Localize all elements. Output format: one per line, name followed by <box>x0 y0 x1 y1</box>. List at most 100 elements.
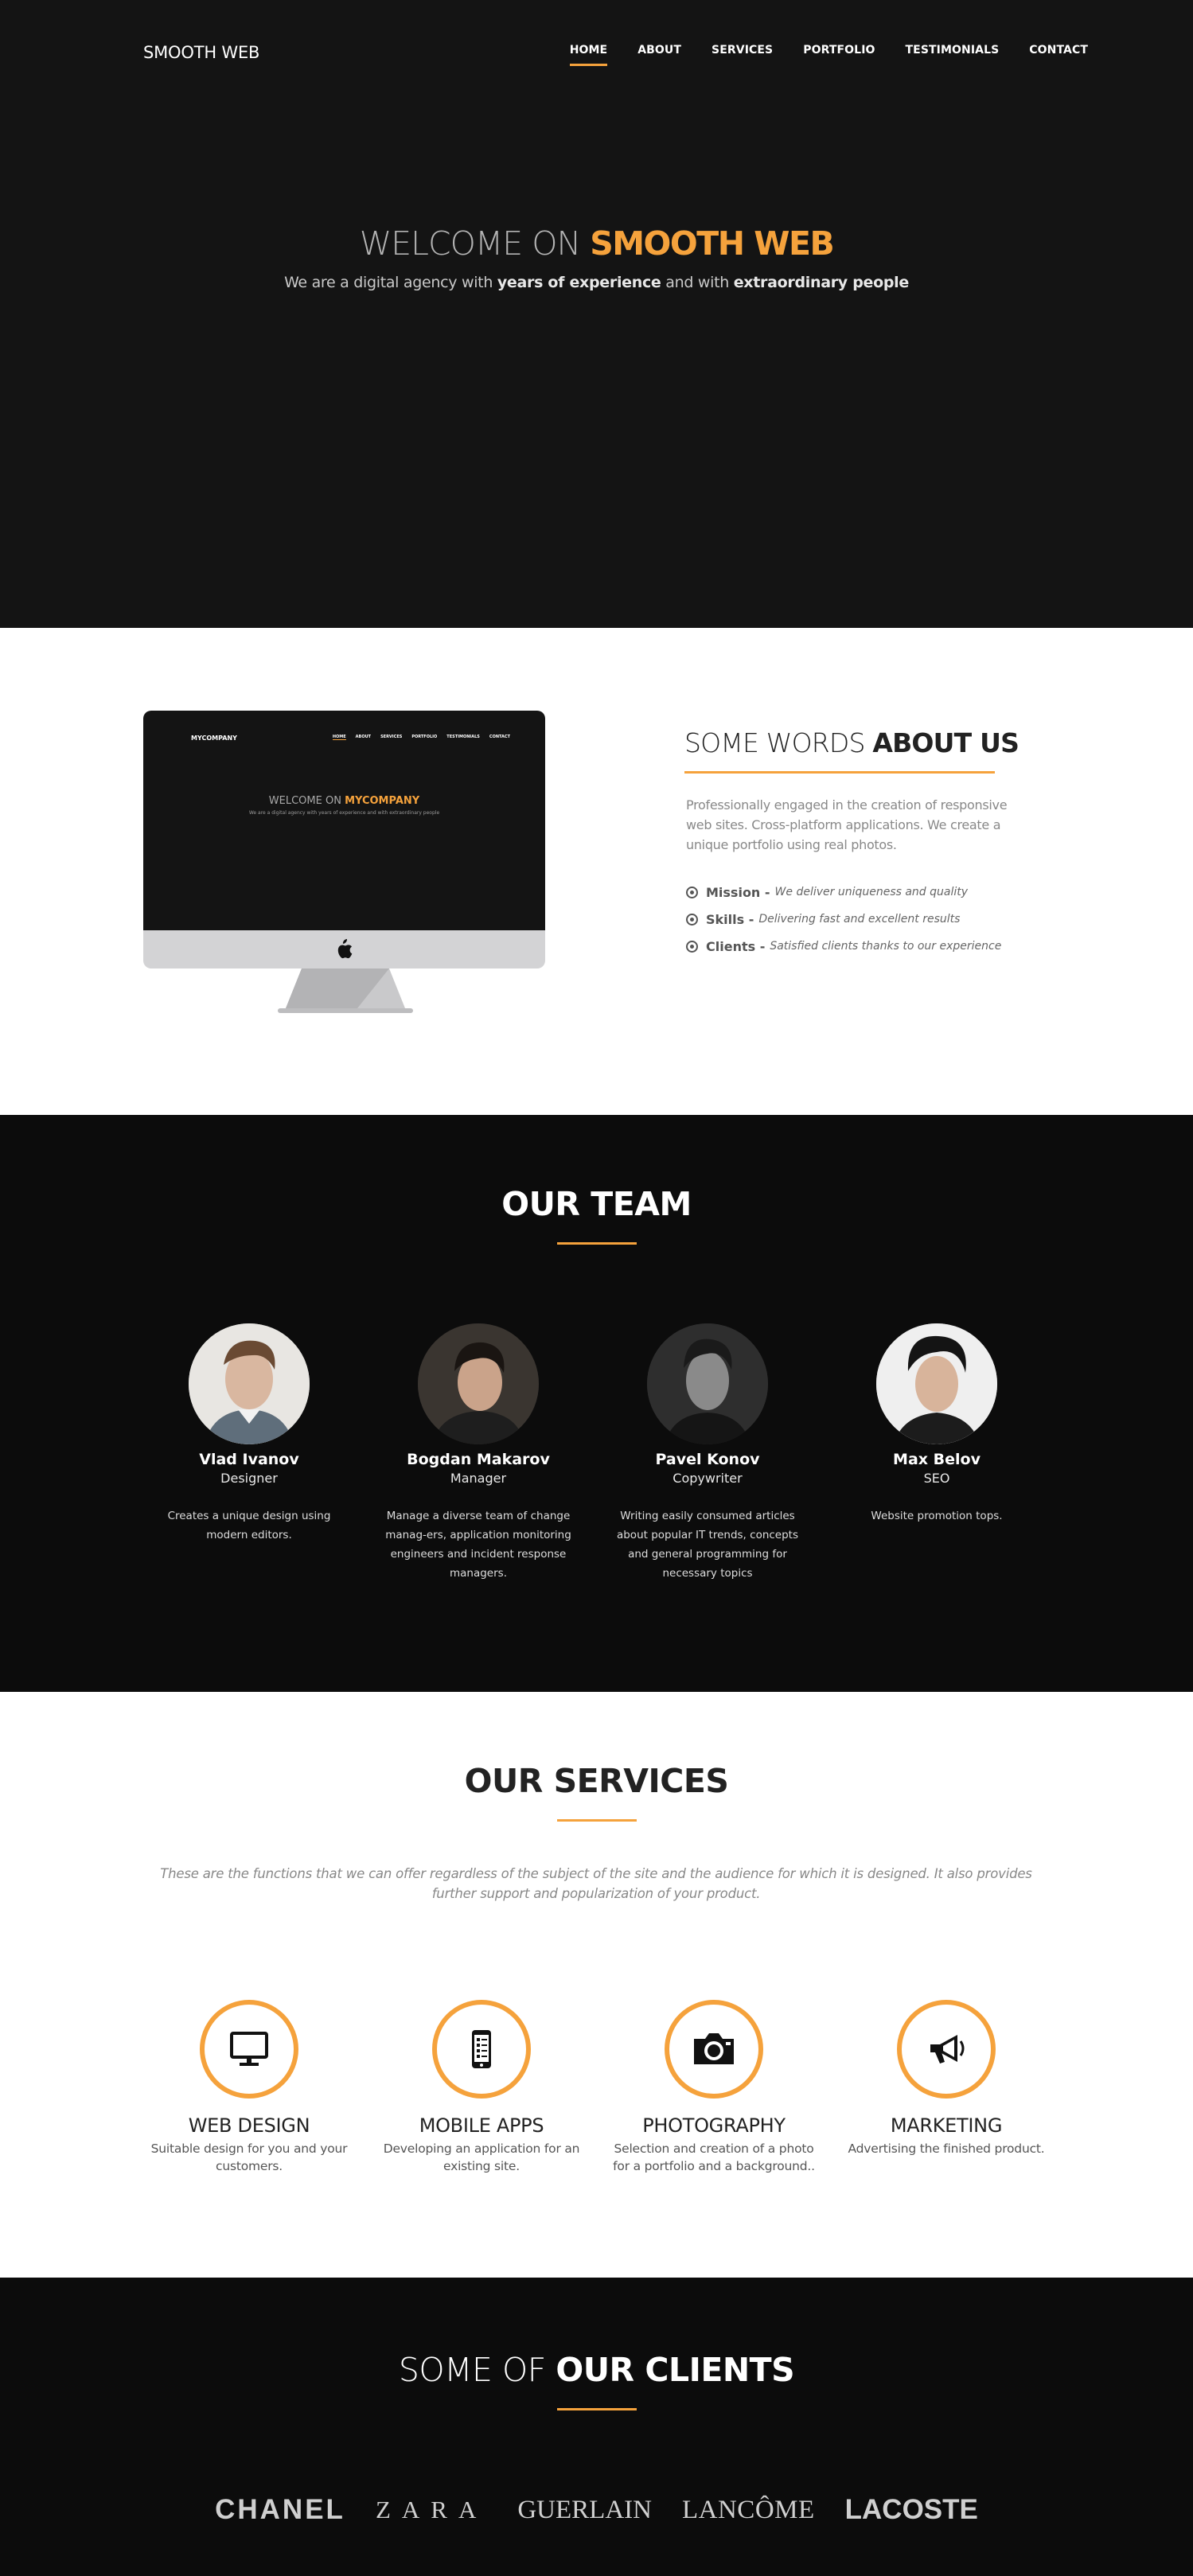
team-title-underline <box>557 1242 637 1245</box>
services-list: WEB DESIGN Suitable design for you and y… <box>145 2000 1051 2175</box>
team-section: OUR TEAM Vlad Ivanov Designer Creates a … <box>0 1115 1193 1692</box>
service-icon-circle <box>665 2000 763 2099</box>
nav-contact[interactable]: CONTACT <box>1029 44 1088 66</box>
about-item-label: Skills - <box>706 911 754 927</box>
service-icon-circle <box>432 2000 531 2099</box>
mockup-logo: MYCOMPANY <box>191 735 237 742</box>
member-name: Pavel Konov <box>655 1451 760 1468</box>
service-desc: Advertising the finished product. <box>848 2141 1045 2156</box>
mockup-title: WELCOME ON MYCOMPANY <box>143 795 545 807</box>
about-list: Mission - We deliver uniqueness and qual… <box>686 883 1001 964</box>
services-title-underline <box>557 1819 637 1822</box>
services-section: OUR SERVICES These are the functions tha… <box>0 1692 1193 2278</box>
mockup-menu-item: CONTACT <box>489 735 510 739</box>
about-title-bold: ABOUT US <box>872 727 1020 758</box>
team-member: Pavel Konov Copywriter Writing easily co… <box>603 1323 812 1583</box>
client-logo-lancome[interactable]: LANCÔME <box>682 2496 815 2525</box>
clients-title-bold: OUR CLIENTS <box>556 2351 795 2389</box>
nav-services[interactable]: SERVICES <box>712 44 773 66</box>
member-desc: Manage a diverse team of change manag-er… <box>385 1510 571 1580</box>
member-name: Vlad Ivanov <box>199 1451 299 1468</box>
about-item-desc: Delivering fast and excellent results <box>758 913 961 926</box>
nav-portfolio[interactable]: PORTFOLIO <box>803 44 875 66</box>
avatar <box>418 1323 539 1444</box>
mockup-menu: HOME ABOUT SERVICES PORTFOLIO TESTIMONIA… <box>332 735 510 740</box>
site-logo[interactable]: SMOOTH WEB <box>143 43 259 62</box>
member-desc: Creates a unique design using modern edi… <box>167 1510 331 1541</box>
service-desc: Developing an application for an existin… <box>383 2141 580 2173</box>
about-title-underline <box>684 771 995 774</box>
hero-title-pre: WELCOME ON <box>359 224 591 263</box>
mockup-title-accent: MYCOMPANY <box>345 795 420 807</box>
camera-icon <box>694 2033 734 2064</box>
dot-circle-icon <box>686 940 698 953</box>
person-photo-icon <box>876 1323 997 1444</box>
avatar <box>647 1323 768 1444</box>
member-role: SEO <box>923 1471 950 1486</box>
team-member: Max Belov SEO Website promotion tops. <box>832 1323 1041 1583</box>
hero-subtitle: We are a digital agency with years of ex… <box>0 274 1193 291</box>
nav-home[interactable]: HOME <box>569 44 608 66</box>
about-item-desc: We deliver uniqueness and quality <box>774 886 969 898</box>
mockup-menu-item: ABOUT <box>355 735 372 739</box>
about-list-item: Skills - Delivering fast and excellent r… <box>686 910 1001 929</box>
imac-stand <box>278 968 413 1013</box>
hero-sub-bold-1: years of experience <box>497 274 661 291</box>
mockup-subtitle: We are a digital agency with years of ex… <box>248 810 440 816</box>
main-menu: HOME ABOUT SERVICES PORTFOLIO TESTIMONIA… <box>569 44 1088 66</box>
hero-sub-bold-2: extraordinary people <box>733 274 910 291</box>
client-logo-lacoste[interactable]: LACOSTE <box>845 2494 978 2526</box>
service-title: WEB DESIGN <box>188 2114 310 2137</box>
service-item: WEB DESIGN Suitable design for you and y… <box>145 2000 353 2175</box>
service-icon-circle <box>897 2000 996 2099</box>
service-title: MOBILE APPS <box>419 2114 544 2137</box>
about-title: SOME WORDS ABOUT US <box>684 727 1020 758</box>
about-item-label: Mission - <box>706 884 770 900</box>
service-item: MARKETING Advertising the finished produ… <box>842 2000 1051 2175</box>
member-desc: Writing easily consumed articles about p… <box>616 1510 799 1580</box>
team-title: OUR TEAM <box>501 1185 692 1223</box>
mockup-menu-item: HOME <box>332 735 346 740</box>
service-desc: Selection and creation of a photo for a … <box>613 2141 815 2173</box>
person-photo-icon <box>647 1323 768 1444</box>
about-item-desc: Satisfied clients thanks to our experien… <box>770 940 1002 953</box>
nav-about[interactable]: ABOUT <box>637 44 681 66</box>
about-list-item: Mission - We deliver uniqueness and qual… <box>686 883 1001 902</box>
mockup-menu-item: PORTFOLIO <box>411 735 438 739</box>
mobile-icon <box>472 2030 491 2068</box>
clients-title: SOME OF OUR CLIENTS <box>0 2351 1193 2389</box>
team-member: Vlad Ivanov Designer Creates a unique de… <box>145 1323 353 1583</box>
dot-circle-icon <box>686 886 698 898</box>
apple-logo-icon <box>337 939 353 959</box>
person-photo-icon <box>189 1323 310 1444</box>
nav-testimonials[interactable]: TESTIMONIALS <box>906 44 1000 66</box>
clients-title-pre: SOME OF <box>398 2351 556 2389</box>
mockup-menu-item: SERVICES <box>380 735 403 739</box>
avatar <box>189 1323 310 1444</box>
services-intro: These are the functions that we can offe… <box>160 1866 1032 1901</box>
monitor-icon <box>230 2032 268 2066</box>
about-section: MYCOMPANY HOME ABOUT SERVICES PORTFOLIO … <box>0 628 1193 1115</box>
client-logo-guerlain[interactable]: GUERLAIN <box>517 2496 652 2525</box>
clients-title-underline <box>557 2408 637 2410</box>
team-member: Bogdan Makarov Manager Manage a diverse … <box>374 1323 583 1583</box>
avatar <box>876 1323 997 1444</box>
member-name: Max Belov <box>893 1451 981 1468</box>
imac-mockup: MYCOMPANY HOME ABOUT SERVICES PORTFOLIO … <box>143 711 545 1013</box>
client-logos: CHANEL ZARA GUERLAIN LANCÔME LACOSTE <box>0 2494 1193 2526</box>
person-photo-icon <box>418 1323 539 1444</box>
mockup-title-pre: WELCOME ON <box>268 795 345 807</box>
hero-title-accent: SMOOTH WEB <box>590 224 835 263</box>
imac-screen: MYCOMPANY HOME ABOUT SERVICES PORTFOLIO … <box>143 711 545 930</box>
about-item-label: Clients - <box>706 938 766 954</box>
top-navigation: SMOOTH WEB HOME ABOUT SERVICES PORTFOLIO… <box>0 0 1193 103</box>
client-logo-zara[interactable]: ZARA <box>376 2496 487 2524</box>
client-logo-chanel[interactable]: CHANEL <box>215 2494 345 2526</box>
hero-sub-1: We are a digital agency with <box>284 274 497 291</box>
service-icon-circle <box>200 2000 298 2099</box>
service-item: MOBILE APPS Developing an application fo… <box>377 2000 586 2175</box>
member-role: Copywriter <box>673 1471 743 1486</box>
member-desc: Website promotion tops. <box>871 1510 1003 1522</box>
service-title: MARKETING <box>890 2114 1003 2137</box>
team-members: Vlad Ivanov Designer Creates a unique de… <box>145 1323 1041 1583</box>
